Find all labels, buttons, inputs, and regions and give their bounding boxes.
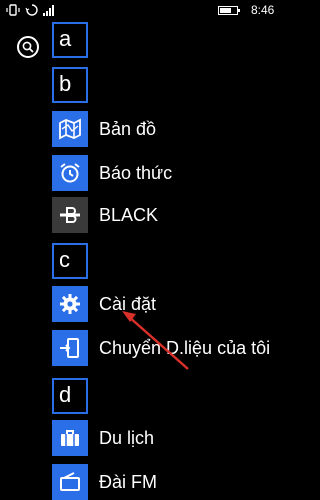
sync-icon <box>25 3 39 17</box>
status-bar: 8:46 <box>0 0 288 22</box>
app-item-bao-thuc[interactable]: Báo thức <box>52 155 288 191</box>
app-label: Chuyển D.liệu của tôi <box>99 338 271 358</box>
alarm-clock-icon <box>58 161 82 185</box>
search-button[interactable] <box>17 36 39 58</box>
letter-label: a <box>59 26 72 51</box>
app-label: BLACK <box>99 205 159 225</box>
radio-icon <box>58 470 82 494</box>
letter-group-a[interactable]: a <box>52 22 88 58</box>
letter-group-b[interactable]: b <box>52 67 88 103</box>
app-label: Bản đồ <box>99 119 157 139</box>
app-item-ban-do[interactable]: Bản đồ <box>52 111 288 147</box>
suitcase-icon <box>58 426 82 450</box>
map-icon <box>58 117 82 141</box>
black-bluetooth-icon <box>58 203 82 227</box>
app-label: Đài FM <box>99 472 157 492</box>
annotation-arrow <box>122 311 189 370</box>
app-item-du-lich[interactable]: Du lịch <box>52 420 288 456</box>
letter-group-c[interactable]: c <box>52 243 88 279</box>
app-tile <box>52 111 88 147</box>
app-label: Báo thức <box>99 163 173 183</box>
vibrate-icon <box>6 3 20 17</box>
letter-label: b <box>59 71 72 96</box>
app-label: Du lịch <box>99 428 155 448</box>
letter-group-d[interactable]: d <box>52 378 88 414</box>
app-item-chuyen-du-lieu[interactable]: Chuyển D.liệu của tôi <box>52 330 288 366</box>
app-tile <box>52 286 88 322</box>
letter-label: c <box>59 247 70 272</box>
battery-level <box>220 8 231 13</box>
app-tile <box>52 330 88 366</box>
app-tile <box>52 197 88 233</box>
app-item-dai-fm[interactable]: Đài FM <box>52 464 288 500</box>
app-item-cai-dat[interactable]: Cài đặt <box>52 286 288 322</box>
app-item-black[interactable]: BLACK <box>52 197 288 233</box>
transfer-phone-icon <box>58 336 82 360</box>
app-tile <box>52 420 88 456</box>
gear-icon <box>58 292 82 316</box>
app-label: Cài đặt <box>99 294 157 314</box>
clock-time: 8:46 <box>251 3 275 17</box>
app-tile <box>52 464 88 500</box>
app-tile <box>52 155 88 191</box>
signal-icon <box>42 3 56 17</box>
battery-icon <box>218 6 240 15</box>
letter-label: d <box>59 382 72 407</box>
search-icon <box>21 40 35 54</box>
